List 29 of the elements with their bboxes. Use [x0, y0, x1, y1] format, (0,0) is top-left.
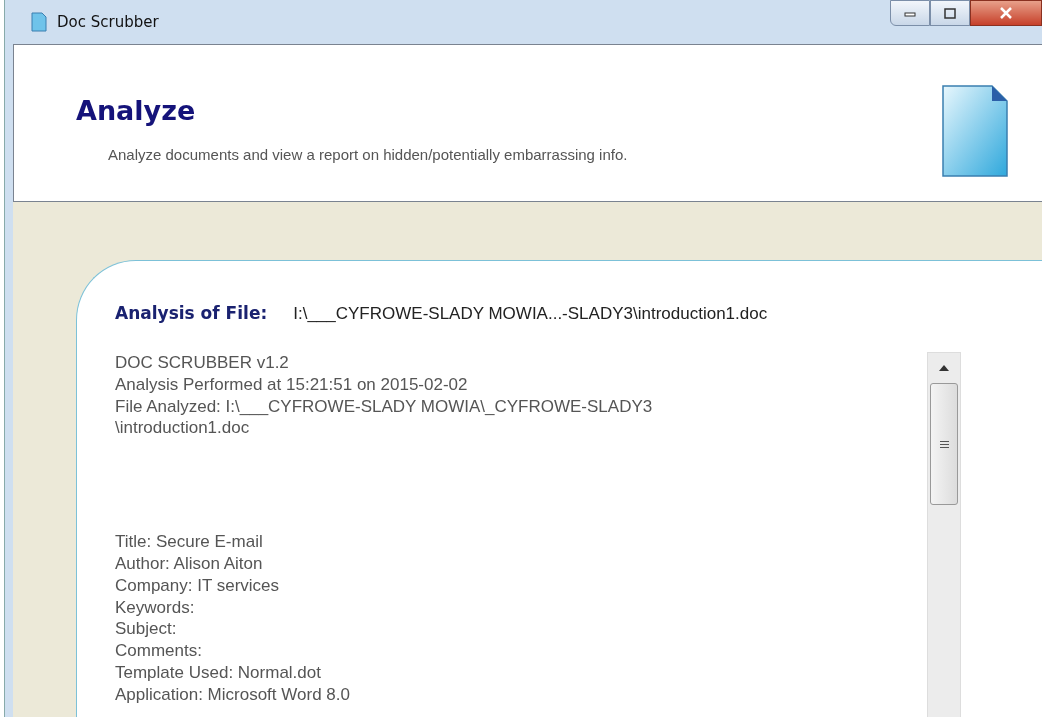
scroll-up-icon[interactable]	[939, 365, 949, 371]
minimize-icon	[904, 9, 916, 17]
minimize-button[interactable]	[890, 0, 930, 26]
close-button[interactable]	[970, 0, 1042, 26]
analysis-label: Analysis of File:	[115, 303, 268, 323]
page-subtitle: Analyze documents and view a report on hidden/potentially embarrassing info.	[108, 146, 628, 163]
report-line: Subject:	[115, 618, 178, 641]
report-line: Comments:	[115, 640, 203, 662]
document-icon	[942, 85, 1008, 177]
report-line: Template Used: Normal.dot	[115, 661, 322, 684]
report-line: File Analyzed: I:\___CYFROWE-SLADY MOWIA\_CYFROWE-SLADY3	[115, 395, 654, 418]
report-line: Author: Alison Aiton	[115, 553, 264, 575]
report-line: DOC SCRUBBER v1.2	[115, 352, 290, 374]
report-line: Company: IT services	[115, 574, 281, 597]
page-title: Analyze	[76, 95, 197, 126]
document-icon	[31, 12, 47, 32]
report-line: \introduction1.doc	[115, 417, 251, 440]
report-line: Keywords:	[115, 596, 196, 619]
maximize-icon	[944, 7, 956, 19]
scrollbar[interactable]	[927, 352, 961, 717]
window-title: Doc Scrubber	[57, 13, 159, 31]
report-line: Analysis Performed at 15:21:51 on 2015-02-02	[115, 373, 469, 396]
close-icon	[999, 7, 1013, 19]
maximize-button[interactable]	[930, 0, 970, 26]
report-line: Application: Microsoft Word 8.0	[115, 683, 351, 706]
report-line: Title: Secure E-mail	[115, 531, 264, 553]
grip-icon	[939, 440, 949, 448]
scrollbar-thumb[interactable]	[930, 383, 958, 505]
file-path: I:\___CYFROWE-SLADY MOWIA...-SLADY3\introduction1.doc	[293, 304, 768, 324]
